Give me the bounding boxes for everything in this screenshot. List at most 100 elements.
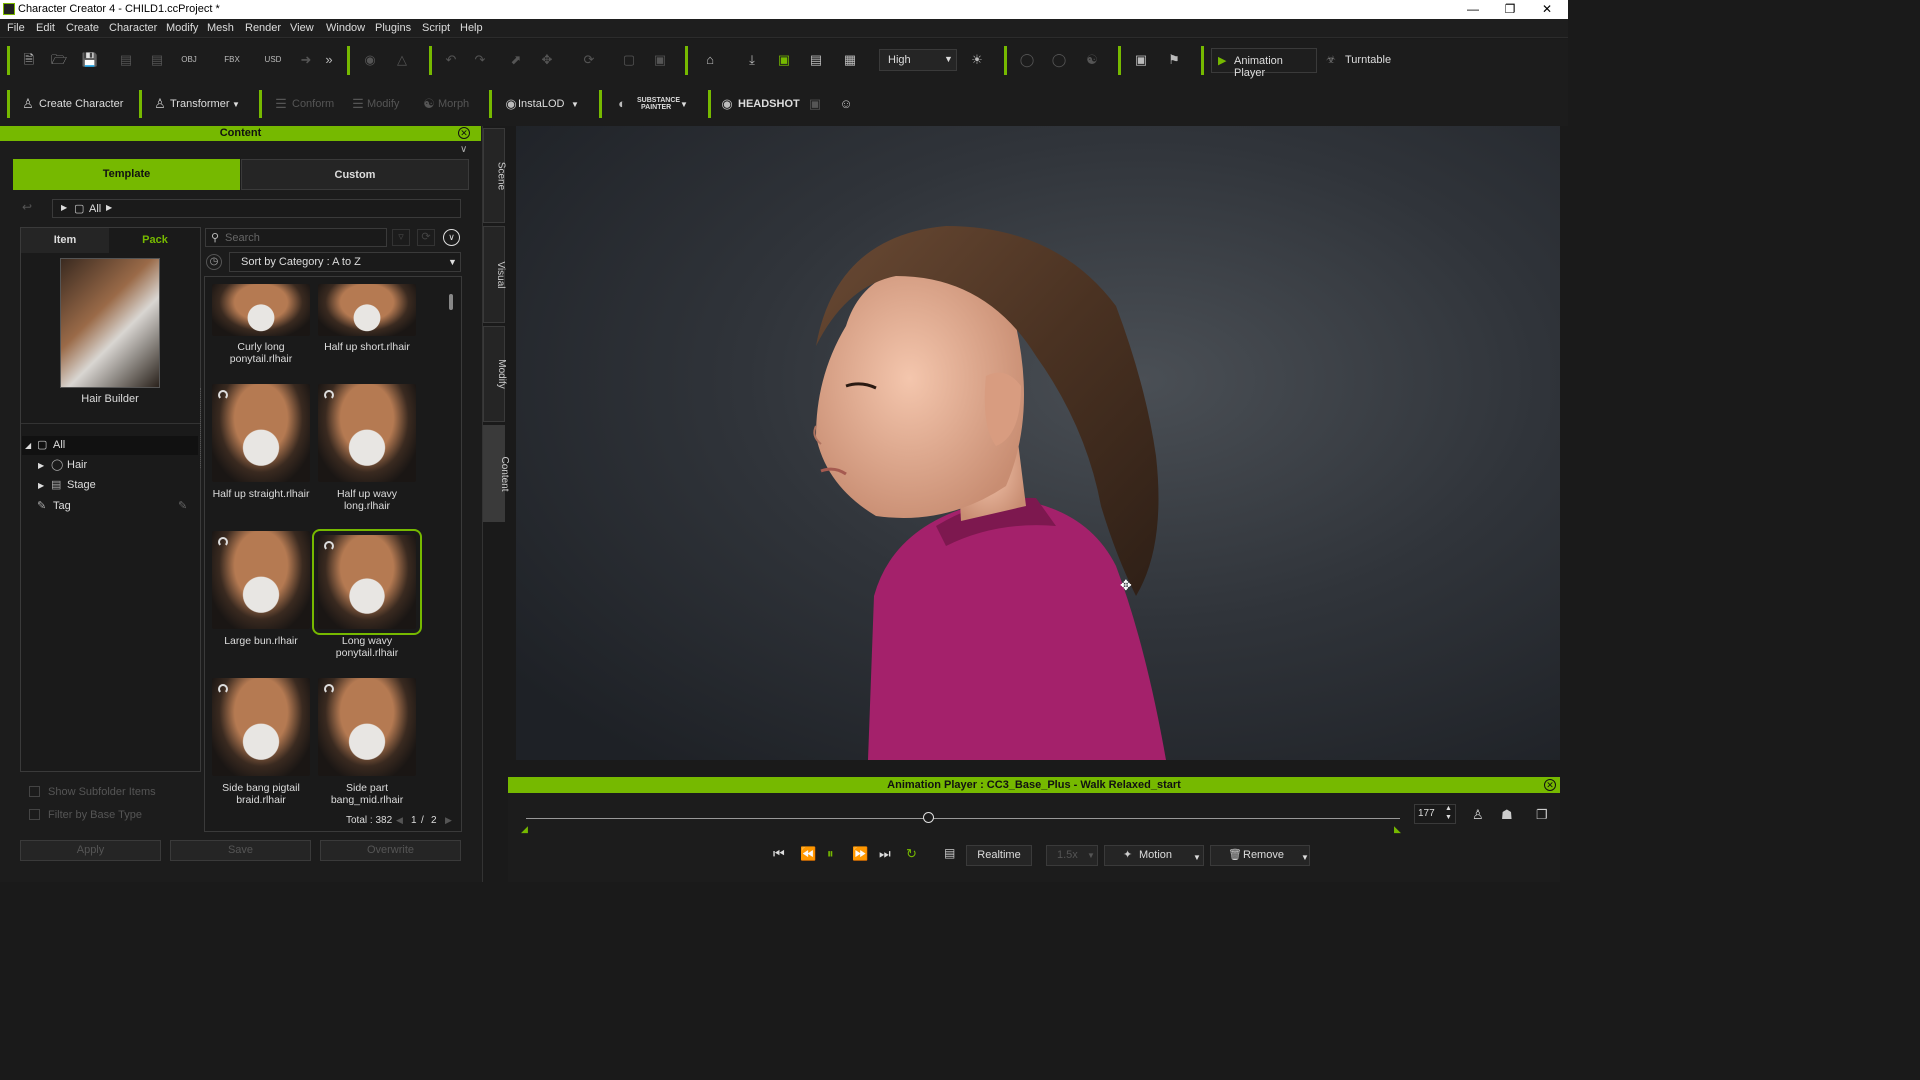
flag-icon[interactable]: ⚑ [1165,51,1183,69]
spin-up-icon[interactable]: ▲ [1445,805,1452,812]
tab-scene[interactable]: Scene [483,128,507,223]
menu-help[interactable]: Help [460,22,483,34]
recent-clock-icon[interactable]: ◷ [206,254,222,270]
new-file-icon[interactable]: 🗎 [20,51,38,69]
rotate-icon[interactable]: ⟳ [580,51,598,69]
grid-item-thumbnail[interactable] [318,384,416,482]
skip-to-start-icon[interactable]: ⏮ [773,846,785,862]
close-panel-icon[interactable]: ✕ [458,127,470,139]
move-icon[interactable]: ✥ [538,51,556,69]
grid-item-thumbnail[interactable] [318,284,416,336]
menu-window[interactable]: Window [326,22,365,34]
speed-dropdown[interactable]: 1.5x ▼ [1046,845,1098,866]
menu-create[interactable]: Create [66,22,99,34]
redo-icon[interactable]: ↷ [471,51,489,69]
menu-view[interactable]: View [290,22,314,34]
import-icon[interactable]: ▤ [117,51,135,69]
range-end-marker-icon[interactable]: ◣ [1394,824,1401,835]
tab-visual[interactable]: Visual [483,226,506,323]
grid-scrollbar[interactable] [449,294,453,310]
substance-label-line2[interactable]: PAINTER [641,104,671,111]
tree-item-hair[interactable]: ▶ ◯ Hair [22,456,198,475]
loop-icon[interactable]: ↻ [906,846,917,862]
menu-render[interactable]: Render [245,22,281,34]
camera-view-icon[interactable]: ▦ [841,51,859,69]
maximize-button[interactable]: ❐ [1495,1,1525,18]
turntable-button[interactable]: ☣ Turntable [1326,48,1398,73]
menu-modify[interactable]: Modify [166,22,198,34]
save-button[interactable]: Save [170,840,311,861]
grid-item-thumbnail[interactable] [212,531,310,629]
subtab-pack[interactable]: Pack [110,228,200,253]
menu-file[interactable]: File [7,22,25,34]
tab-custom[interactable]: Custom [241,159,469,190]
headshot-settings-icon[interactable]: ▣ [806,95,824,113]
group-icon[interactable]: ☯ [1083,51,1101,69]
more-chevron-icon[interactable]: » [320,51,338,69]
menu-mesh[interactable]: Mesh [207,22,234,34]
frame-number-input[interactable]: 177 ▲ ▼ [1414,804,1456,824]
skip-to-end-icon[interactable]: ⏭ [879,846,891,862]
grid-item-thumbnail[interactable] [318,678,416,776]
spin-down-icon[interactable]: ▼ [1445,814,1452,821]
refresh-icon[interactable]: ⟳ [417,229,435,246]
subtab-item[interactable]: Item [21,228,109,253]
headshot-button[interactable]: HEADSHOT [738,98,800,110]
detach-window-icon[interactable]: ❐ [1536,807,1548,823]
menu-plugins[interactable]: Plugins [375,22,411,34]
3d-viewport[interactable]: ✥ [516,126,1560,760]
tab-content[interactable]: Content [483,425,510,522]
create-character-button[interactable]: Create Character [39,98,123,110]
grid-item-thumbnail-selected[interactable] [312,529,422,635]
subtitle-icon[interactable]: ▤ [944,846,955,860]
pack-thumbnail[interactable] [60,258,160,388]
home-icon[interactable]: ⌂ [701,51,719,69]
search-input[interactable]: ⚲ Search [205,228,387,247]
transformer-button[interactable]: Transformer [170,98,230,110]
next-frame-icon[interactable]: ⏩ [852,846,868,862]
tab-template[interactable]: Template [13,159,240,190]
overwrite-button[interactable]: Overwrite [320,840,461,861]
grid-item-thumbnail[interactable] [212,678,310,776]
usd-export-icon[interactable]: USD [264,51,282,69]
select-icon[interactable]: ⬈ [507,51,525,69]
morph-button[interactable]: Morph [438,98,469,110]
motion-button[interactable]: ✦ Motion ▼ [1104,845,1204,866]
undo-icon[interactable]: ↶ [442,51,460,69]
minimize-button[interactable]: — [1458,1,1488,18]
bone-icon[interactable]: ◯ [1018,51,1036,69]
view-options-icon[interactable]: ∨ [443,229,460,246]
sort-dropdown[interactable]: Sort by Category : A to Z ▼ [229,252,461,272]
chevron-down-icon[interactable]: ▼ [232,100,240,109]
remove-button[interactable]: 🗑 Remove ▼ [1210,845,1310,866]
menu-edit[interactable]: Edit [36,22,55,34]
pose-icon[interactable]: △ [393,51,411,69]
save-icon[interactable]: 💾 [81,51,99,69]
timeline-track[interactable] [526,818,1400,819]
send-icon[interactable]: ➜ [297,51,315,69]
previous-frame-icon[interactable]: ⏪ [800,846,816,862]
breadcrumb-all[interactable]: All [89,203,101,215]
target-icon[interactable]: ◉ [361,51,379,69]
scale-icon[interactable]: ▢ [620,51,638,69]
collapse-chevron-icon[interactable]: ∨ [460,144,467,155]
chevron-down-icon[interactable]: ▼ [680,100,688,109]
timeline-scrubber[interactable] [923,812,935,823]
filter-base-checkbox[interactable] [29,809,40,820]
open-folder-icon[interactable]: 🗁 [50,51,68,69]
tree-item-tag[interactable]: ✎ Tag ✎ [22,497,198,516]
show-subfolder-checkbox[interactable] [29,786,40,797]
obj-export-icon[interactable]: OBJ [180,51,198,69]
head-icon[interactable]: ☺ [837,95,855,113]
fit-view-icon[interactable]: ▣ [775,51,793,69]
grid-item-thumbnail[interactable] [212,384,310,482]
apply-button[interactable]: Apply [20,840,161,861]
pivot-icon[interactable]: ▣ [651,51,669,69]
substance-label-line1[interactable]: SUBSTANCE [637,97,680,104]
next-page-icon[interactable]: ▶ [445,815,452,826]
grid-item-thumbnail[interactable] [212,284,310,336]
bone-edit-icon[interactable]: ◯ [1050,51,1068,69]
quality-dropdown[interactable]: High ▼ [879,49,957,71]
edit-tag-icon[interactable]: ✎ [178,497,187,516]
pause-icon[interactable]: ⏸ [827,846,834,862]
